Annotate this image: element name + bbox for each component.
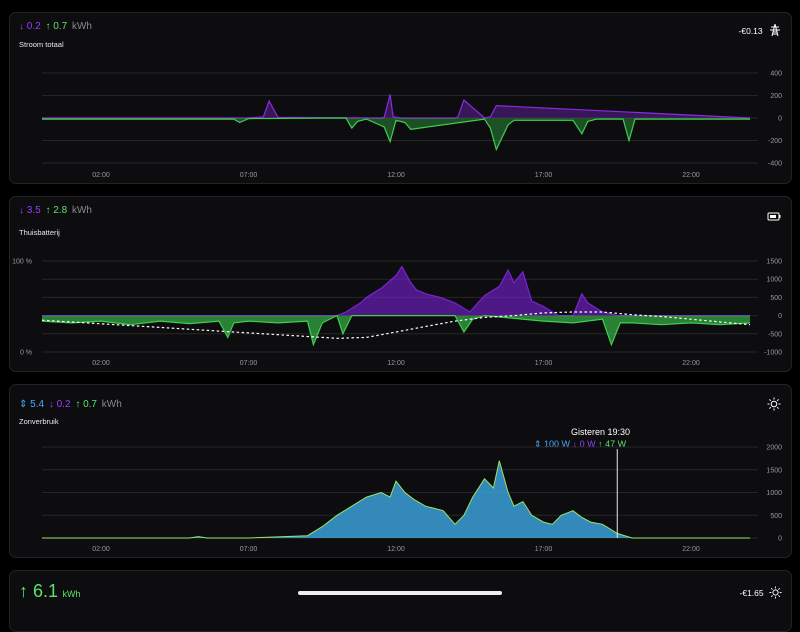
x-tick-label: 02:00 bbox=[92, 546, 110, 553]
y-tick-label: 400 bbox=[770, 71, 782, 78]
series-area bbox=[42, 118, 750, 150]
x-tick-label: 07:00 bbox=[240, 546, 258, 553]
production-summary: ↑ 6.1 kWh bbox=[19, 581, 80, 602]
x-tick-label: 02:00 bbox=[92, 172, 110, 179]
x-tick-label: 12:00 bbox=[387, 172, 405, 179]
y-tick-label: 0 bbox=[778, 536, 782, 543]
series-area bbox=[42, 266, 750, 316]
card-zonverbruik[interactable]: ⇕ 5.4 ↓ 0.2 ↑ 0.7 kWh Zonverbruik Gister… bbox=[9, 384, 792, 558]
stroom-chart: 400 200 0 -200 -400 02:00 07:00 12:00 17:00 22:00 bbox=[42, 71, 782, 179]
x-tick-label: 22:00 bbox=[682, 172, 700, 179]
x-tick-label: 17:00 bbox=[535, 360, 553, 367]
x-tick-label: 07:00 bbox=[240, 172, 258, 179]
y-right-tick-label: 1000 bbox=[766, 277, 782, 284]
y-right-tick-label: -500 bbox=[768, 331, 782, 338]
x-tick-label: 17:00 bbox=[535, 172, 553, 179]
x-tick-label: 12:00 bbox=[387, 546, 405, 553]
y-right-tick-label: 500 bbox=[770, 295, 782, 302]
y-right-tick-label: 1500 bbox=[766, 259, 782, 266]
y-tick-label: 1500 bbox=[766, 467, 782, 474]
x-tick-label: 07:00 bbox=[240, 360, 258, 367]
y-tick-label: 1000 bbox=[766, 490, 782, 497]
series-line bbox=[42, 117, 750, 152]
battery-chart: 1500 1000 500 0 -500 -1000 100 % 0 % 02:00 07:00 1… bbox=[12, 259, 782, 368]
x-tick-label: 22:00 bbox=[682, 360, 700, 367]
x-tick-label: 02:00 bbox=[92, 360, 110, 367]
x-tick-label: 12:00 bbox=[387, 360, 405, 367]
solar-chart: 2000 1500 1000 500 0 02:00 07:00 12:00 17:00 22:0… bbox=[42, 445, 782, 553]
y-left-tick-label: 0 % bbox=[20, 350, 32, 357]
y-right-tick-label: -1000 bbox=[764, 350, 782, 357]
production-value: ↑ 6.1 bbox=[19, 581, 59, 601]
y-tick-label: 2000 bbox=[766, 445, 782, 452]
y-tick-label: 500 bbox=[770, 513, 782, 520]
card-stroom-totaal[interactable]: ↓ 0.2 ↑ 0.7 kWh Stroom totaal -€0.13 400… bbox=[9, 12, 792, 184]
y-tick-label: -200 bbox=[768, 138, 782, 145]
earnings-value: -€1.65 bbox=[740, 586, 782, 599]
x-tick-label: 22:00 bbox=[682, 546, 700, 553]
x-tick-label: 17:00 bbox=[535, 546, 553, 553]
y-tick-label: 200 bbox=[770, 93, 782, 100]
sun-icon bbox=[769, 586, 782, 599]
y-tick-label: 0 bbox=[778, 116, 782, 123]
y-right-tick-label: 0 bbox=[778, 313, 782, 320]
card-solar-production[interactable]: ↑ 6.1 kWh -€1.65 bbox=[9, 570, 792, 632]
card-thuisbatterij[interactable]: ↓ 3.5 ↑ 2.8 kWh Thuisbatterij 1500 1000 50… bbox=[9, 196, 792, 372]
y-left-tick-label: 100 % bbox=[12, 259, 32, 266]
series-area bbox=[42, 94, 750, 118]
home-indicator[interactable] bbox=[298, 591, 502, 595]
series-area bbox=[42, 460, 750, 538]
y-tick-label: -400 bbox=[768, 161, 782, 168]
series-area bbox=[42, 315, 750, 345]
unit-label: kWh bbox=[62, 589, 81, 599]
